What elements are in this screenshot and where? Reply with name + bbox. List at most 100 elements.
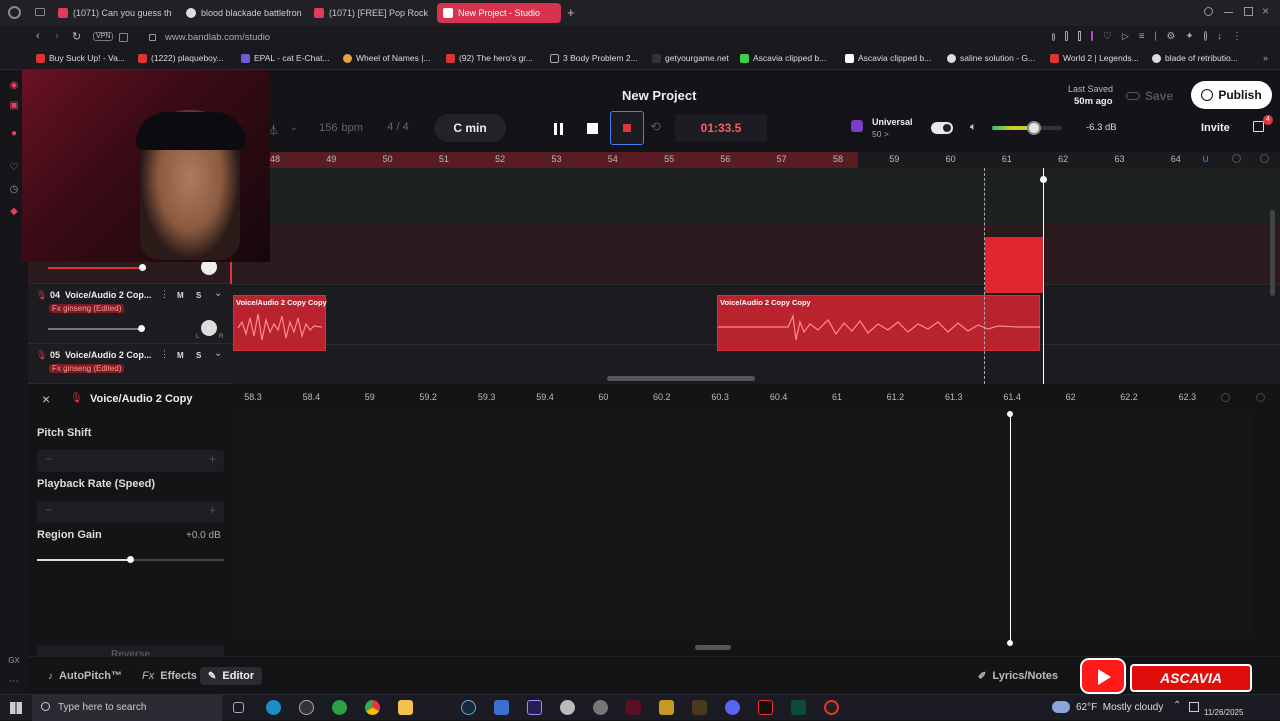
tab-1[interactable]: (1071) Can you guess the — [52, 3, 172, 23]
menu-icon[interactable]: ≡ — [1139, 31, 1145, 45]
publish-button[interactable]: Publish — [1191, 81, 1272, 109]
pause-button[interactable] — [548, 118, 570, 140]
windows-start-icon[interactable] — [10, 702, 22, 714]
editor-scrollbar[interactable] — [695, 645, 731, 650]
xbox-icon[interactable] — [332, 700, 347, 715]
chrome-icon[interactable] — [365, 700, 380, 715]
opera-gx-icon[interactable] — [824, 700, 839, 715]
bookmark-item[interactable]: Wheel of Names |... — [343, 53, 430, 63]
clock-date[interactable]: 11/26/2025 — [1204, 708, 1243, 717]
pan-knob[interactable] — [201, 320, 217, 336]
edge-icon[interactable] — [266, 700, 281, 715]
bpm-field[interactable]: 156 bpm — [310, 114, 372, 142]
pitch-plus-button[interactable]: + — [209, 452, 216, 466]
playhead-handle[interactable] — [1040, 176, 1047, 183]
track-volume-slider[interactable] — [48, 267, 142, 269]
playback-rate-stepper[interactable]: − + — [37, 501, 224, 523]
solo-button[interactable]: S — [196, 291, 201, 300]
track-name[interactable]: 05 Voice/Audio 2 Cop... — [50, 350, 151, 360]
download-icon[interactable]: ↓ — [1217, 31, 1222, 45]
time-signature-field[interactable]: 4 / 4 — [376, 121, 420, 133]
zoom-in-icon[interactable] — [1260, 154, 1269, 163]
mute-button[interactable]: M — [177, 291, 184, 300]
track-lane-selected[interactable] — [232, 224, 1280, 284]
record-button[interactable] — [610, 111, 644, 145]
settings-icon[interactable]: ⚙ — [1166, 31, 1175, 45]
volume-knob[interactable] — [1027, 121, 1041, 135]
preset-sub[interactable]: 50 > — [872, 129, 889, 139]
save-button[interactable]: Save — [1126, 85, 1173, 107]
expand-icon[interactable]: ⌄ — [214, 348, 222, 359]
solo-button[interactable]: S — [196, 351, 201, 360]
forward-icon[interactable]: › — [55, 30, 59, 42]
bookmark-item[interactable]: saline solution - G... — [947, 53, 1035, 63]
heart-icon[interactable]: ♡ — [8, 162, 20, 174]
expand-icon[interactable]: ⌄ — [214, 288, 222, 299]
steam-icon[interactable] — [461, 700, 476, 715]
url-field[interactable]: www.bandlab.com/studio — [165, 32, 270, 43]
heart-icon[interactable]: ♡ — [1103, 31, 1112, 45]
taskbar-search[interactable]: Type here to search — [32, 695, 222, 721]
effects-tab[interactable]: Fx Effects — [134, 667, 205, 685]
loop-button[interactable]: ⟲ — [650, 119, 661, 135]
bookmark-item[interactable]: Ascavia clipped b... — [845, 53, 931, 63]
fx-badge[interactable]: Fx ginseng (Edited) — [49, 364, 125, 373]
messenger-icon[interactable]: ◉ — [8, 80, 20, 92]
tab-3[interactable]: (1071) [FREE] Pop Rock x — [308, 3, 430, 23]
key-selector[interactable]: C min — [434, 114, 506, 142]
search-icon[interactable] — [1052, 33, 1056, 41]
bookmark-item[interactable]: (92) The hero's gr... — [446, 53, 533, 63]
editor-zoom-in-icon[interactable] — [1256, 393, 1265, 402]
zoom-out-icon[interactable] — [1232, 154, 1241, 163]
app-icon[interactable] — [299, 700, 314, 715]
bookmark-icon[interactable] — [1078, 31, 1082, 41]
bookmarks-overflow-icon[interactable]: » — [1263, 53, 1268, 63]
gift-icon[interactable] — [1253, 121, 1264, 132]
after-effects-icon[interactable] — [527, 700, 542, 715]
vpn-badge[interactable]: VPN — [93, 32, 114, 41]
bookmark-item[interactable]: blade of retributio... — [1152, 53, 1238, 63]
search-tabs-icon[interactable] — [1204, 7, 1213, 16]
weather-text[interactable]: 62°F Mostly cloudy — [1076, 702, 1163, 713]
gain-knob[interactable] — [127, 556, 134, 563]
app-icon[interactable] — [494, 700, 509, 715]
pitch-minus-button[interactable]: − — [45, 452, 52, 466]
track-more-icon[interactable]: ⋮ — [160, 349, 169, 360]
opera-logo-icon[interactable] — [8, 6, 21, 19]
task-view-icon[interactable] — [233, 702, 244, 713]
volume-knob[interactable] — [138, 325, 145, 332]
app-icon[interactable] — [626, 700, 641, 715]
profile-icon[interactable] — [1203, 31, 1207, 41]
playhead[interactable] — [1043, 168, 1044, 384]
puzzle-icon[interactable]: ✦ — [1185, 31, 1193, 45]
selected-region-highlight[interactable] — [985, 237, 1044, 293]
time-display[interactable]: 01:33.5 — [675, 114, 767, 142]
minimize-button[interactable] — [1224, 12, 1233, 13]
invite-button[interactable]: Invite — [1201, 122, 1230, 134]
settings-icon[interactable] — [593, 700, 608, 715]
vertical-scrollbar[interactable] — [1270, 210, 1275, 296]
tiktok-icon[interactable] — [758, 700, 773, 715]
page-info-icon[interactable] — [119, 33, 128, 42]
rate-minus-button[interactable]: − — [45, 503, 52, 517]
app-icon[interactable] — [659, 700, 674, 715]
extensions-icon[interactable]: ◆ — [8, 206, 20, 218]
maximize-button[interactable] — [1244, 7, 1253, 16]
rate-plus-button[interactable]: + — [209, 503, 216, 517]
editor-tab[interactable]: ✎ Editor — [200, 667, 263, 685]
tab-2[interactable]: blood blackade battlefron — [180, 3, 302, 23]
close-window-button[interactable]: × — [1262, 4, 1269, 18]
preset-name[interactable]: Universal — [872, 117, 913, 127]
track-header-04[interactable]: 🎙︎ 04 Voice/Audio 2 Cop... ⋮ M S ⌄ Fx gi… — [28, 284, 232, 344]
pitch-shift-stepper[interactable]: − + — [37, 450, 224, 472]
gx-icon[interactable]: GX — [8, 656, 20, 668]
reload-icon[interactable]: ↻ — [72, 30, 81, 43]
horizontal-scrollbar[interactable] — [607, 376, 755, 381]
file-explorer-icon[interactable] — [398, 700, 413, 715]
extension-icon[interactable] — [1154, 31, 1157, 41]
audio-region-short[interactable]: Voice/Audio 2 Copy Copy — [233, 295, 327, 351]
track-more-icon[interactable]: ⋮ — [160, 289, 169, 300]
history-icon[interactable]: ◷ — [8, 184, 20, 196]
volume-knob[interactable] — [139, 264, 146, 271]
discord-icon[interactable] — [725, 700, 740, 715]
